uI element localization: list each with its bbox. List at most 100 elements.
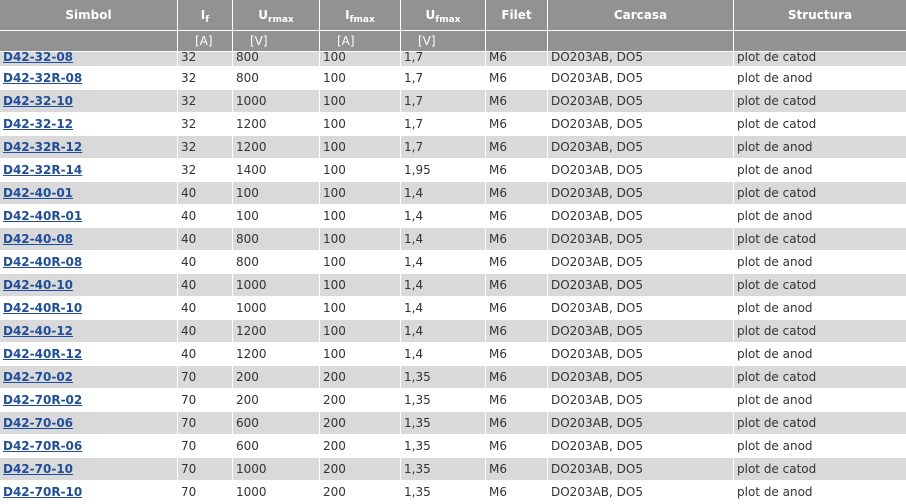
product-link[interactable]: D42-40-08	[3, 232, 73, 246]
product-link[interactable]: D42-40R-12	[3, 347, 82, 361]
product-link[interactable]: D42-40R-01	[3, 209, 82, 223]
cell-carcasa: DO203AB, DO5	[548, 90, 733, 113]
product-link[interactable]: D42-32-12	[3, 117, 73, 131]
cell-carcasa: DO203AB, DO5	[548, 228, 733, 251]
table-row: D42-70-06 70 600 200 1,35 M6 DO203AB, DO5 plot …	[0, 412, 906, 435]
cell-simbol: D42-70-10	[0, 458, 177, 481]
cell-if: 32	[178, 67, 232, 90]
cell-urmax: 800	[233, 52, 319, 67]
unit-ufmax: [V]	[401, 31, 485, 52]
cell-simbol: D42-70-02	[0, 366, 177, 389]
product-link[interactable]: D42-70-02	[3, 370, 73, 384]
cell-ufmax: 1,35	[401, 481, 485, 504]
product-link[interactable]: D42-32-08	[3, 52, 73, 64]
col-header-ufmax: Ufmax	[401, 0, 485, 31]
cell-ifmax: 200	[320, 366, 400, 389]
cell-structura: plot de catod	[734, 52, 906, 67]
cell-filet: M6	[486, 320, 547, 343]
cell-urmax: 1000	[233, 274, 319, 297]
cell-structura: plot de anod	[734, 435, 906, 458]
table-row: D42-32-10 32 1000 100 1,7 M6 DO203AB, DO5 plot …	[0, 90, 906, 113]
cell-urmax: 100	[233, 182, 319, 205]
cell-carcasa: DO203AB, DO5	[548, 412, 733, 435]
product-link[interactable]: D42-40-01	[3, 186, 73, 200]
cell-ufmax: 1,35	[401, 389, 485, 412]
cell-ufmax: 1,95	[401, 159, 485, 182]
product-link[interactable]: D42-40R-08	[3, 255, 82, 269]
product-link[interactable]: D42-70R-02	[3, 393, 82, 407]
cell-carcasa: DO203AB, DO5	[548, 389, 733, 412]
product-link[interactable]: D42-40R-10	[3, 301, 82, 315]
cell-ifmax: 100	[320, 205, 400, 228]
product-link[interactable]: D42-40-12	[3, 324, 73, 338]
cell-carcasa: DO203AB, DO5	[548, 320, 733, 343]
table-row: D42-32-12 32 1200 100 1,7 M6 DO203AB, DO5 plot …	[0, 113, 906, 136]
cell-if: 40	[178, 251, 232, 274]
cell-structura: plot de anod	[734, 481, 906, 504]
product-link[interactable]: D42-70-06	[3, 416, 73, 430]
table-body: D42-32-08 32 800 100 1,7 M6 DO203AB, DO5 plot d…	[0, 52, 906, 504]
product-link[interactable]: D42-70R-10	[3, 485, 82, 499]
cell-structura: plot de anod	[734, 159, 906, 182]
cell-carcasa: DO203AB, DO5	[548, 182, 733, 205]
cell-filet: M6	[486, 251, 547, 274]
product-link[interactable]: D42-40-10	[3, 278, 73, 292]
cell-filet: M6	[486, 159, 547, 182]
cell-filet: M6	[486, 228, 547, 251]
cell-simbol: D42-70R-02	[0, 389, 177, 412]
product-link[interactable]: D42-32R-08	[3, 71, 82, 85]
cell-ifmax: 100	[320, 113, 400, 136]
cell-filet: M6	[486, 458, 547, 481]
cell-urmax: 1200	[233, 343, 319, 366]
cell-ifmax: 100	[320, 274, 400, 297]
cell-structura: plot de catod	[734, 412, 906, 435]
cell-carcasa: DO203AB, DO5	[548, 366, 733, 389]
table-row: D42-70-02 70 200 200 1,35 M6 DO203AB, DO5 plot …	[0, 366, 906, 389]
cell-structura: plot de catod	[734, 320, 906, 343]
cell-if: 40	[178, 297, 232, 320]
table-row: D42-40R-10 40 1000 100 1,4 M6 DO203AB, DO5 plot…	[0, 297, 906, 320]
cell-if: 40	[178, 343, 232, 366]
product-link[interactable]: D42-70-10	[3, 462, 73, 476]
cell-filet: M6	[486, 297, 547, 320]
product-link[interactable]: D42-32R-14	[3, 163, 82, 177]
cell-simbol: D42-70-06	[0, 412, 177, 435]
cell-filet: M6	[486, 67, 547, 90]
cell-urmax: 800	[233, 67, 319, 90]
product-link[interactable]: D42-70R-06	[3, 439, 82, 453]
cell-ifmax: 100	[320, 136, 400, 159]
table-row: D42-70R-06 70 600 200 1,35 M6 DO203AB, DO5 plot…	[0, 435, 906, 458]
cell-structura: plot de anod	[734, 67, 906, 90]
cell-if: 32	[178, 52, 232, 67]
cell-urmax: 200	[233, 389, 319, 412]
product-link[interactable]: D42-32-10	[3, 94, 73, 108]
cell-structura: plot de catod	[734, 113, 906, 136]
cell-simbol: D42-32R-08	[0, 67, 177, 90]
cell-carcasa: DO203AB, DO5	[548, 435, 733, 458]
cell-ifmax: 200	[320, 481, 400, 504]
cell-simbol: D42-40-12	[0, 320, 177, 343]
cell-urmax: 100	[233, 205, 319, 228]
cell-structura: plot de anod	[734, 343, 906, 366]
cell-if: 32	[178, 90, 232, 113]
cell-structura: plot de anod	[734, 205, 906, 228]
col-header-filet: Filet	[486, 0, 547, 31]
cell-carcasa: DO203AB, DO5	[548, 251, 733, 274]
cell-ufmax: 1,7	[401, 67, 485, 90]
cell-if: 40	[178, 320, 232, 343]
cell-filet: M6	[486, 205, 547, 228]
table-row: D42-32R-14 32 1400 100 1,95 M6 DO203AB, DO5 plo…	[0, 159, 906, 182]
cell-structura: plot de anod	[734, 389, 906, 412]
cell-structura: plot de anod	[734, 251, 906, 274]
cell-ufmax: 1,35	[401, 366, 485, 389]
cell-if: 70	[178, 366, 232, 389]
units-row: [A] [V] [A] [V]	[0, 31, 906, 52]
cell-urmax: 600	[233, 435, 319, 458]
product-link[interactable]: D42-32R-12	[3, 140, 82, 154]
cell-ifmax: 100	[320, 343, 400, 366]
cell-simbol: D42-32-08	[0, 52, 177, 67]
cell-carcasa: DO203AB, DO5	[548, 67, 733, 90]
table-row: D42-70R-02 70 200 200 1,35 M6 DO203AB, DO5 plot…	[0, 389, 906, 412]
cell-urmax: 1000	[233, 481, 319, 504]
cell-ufmax: 1,35	[401, 412, 485, 435]
